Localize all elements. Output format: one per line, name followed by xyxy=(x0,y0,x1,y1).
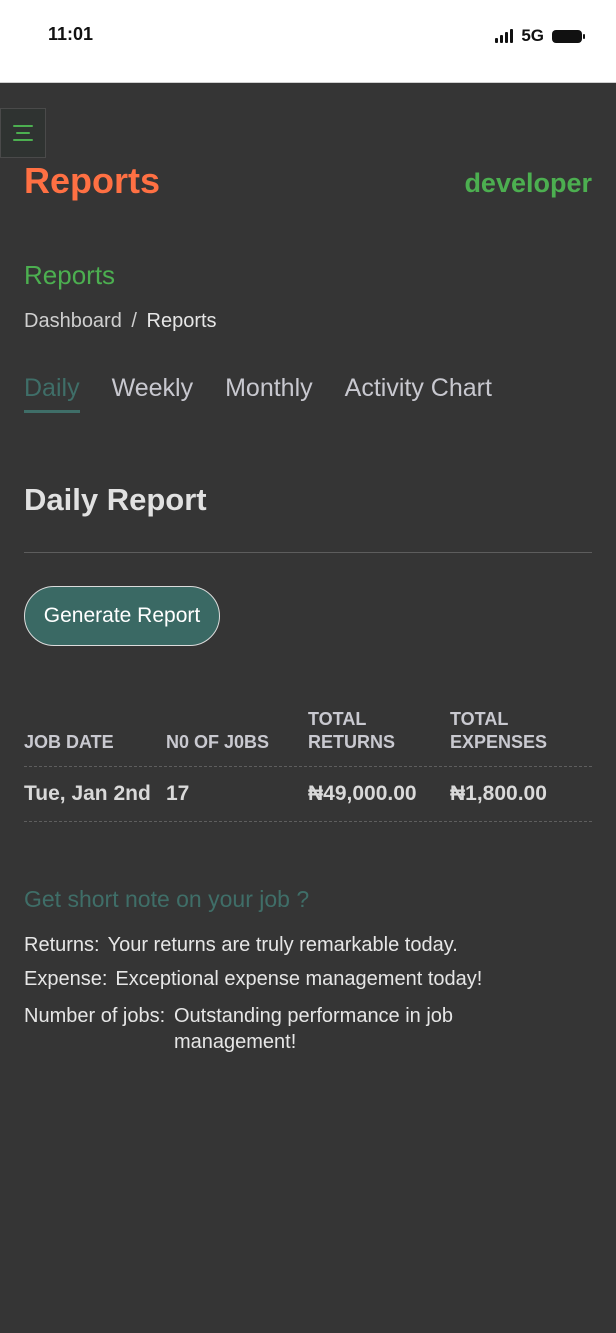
signal-bars-icon xyxy=(495,29,514,43)
notes-title[interactable]: Get short note on your job ? xyxy=(24,886,309,913)
battery-icon xyxy=(552,29,585,43)
status-indicators: 5G xyxy=(495,26,585,46)
tab-monthly[interactable]: Monthly xyxy=(225,374,313,413)
breadcrumb: Dashboard / Reports xyxy=(24,310,217,333)
page-title: Reports xyxy=(24,160,161,201)
cell-job-date: Tue, Jan 2nd xyxy=(24,782,151,805)
report-tabs: Daily Weekly Monthly Activity Chart xyxy=(24,374,492,413)
note-returns-label: Returns: xyxy=(24,934,100,956)
divider xyxy=(24,552,592,553)
header-job-date: JOB DATE xyxy=(24,732,114,752)
menu-button[interactable] xyxy=(0,108,46,158)
tab-activity-chart[interactable]: Activity Chart xyxy=(345,374,492,413)
tab-weekly[interactable]: Weekly xyxy=(112,374,194,413)
note-jobs-text: Outstanding performance in job managemen… xyxy=(174,1005,454,1053)
status-bar: 11:01 5G xyxy=(0,0,616,83)
status-time: 11:01 xyxy=(48,24,94,44)
note-jobs: Number of jobs: Outstanding performance … xyxy=(24,1003,592,1055)
generate-report-button[interactable]: Generate Report xyxy=(24,586,220,646)
header-total-returns: TOTAL RETURNS xyxy=(308,709,396,752)
breadcrumb-dashboard[interactable]: Dashboard xyxy=(24,310,122,332)
breadcrumb-separator: / xyxy=(131,310,137,332)
cell-no-of-jobs: 17 xyxy=(166,782,190,805)
breadcrumb-current: Reports xyxy=(146,310,217,332)
note-returns: Returns: Your returns are truly remarkab… xyxy=(24,934,458,957)
report-table: JOB DATE N0 OF J0BS TOTAL RETURNS TOTAL … xyxy=(24,706,592,822)
note-expense: Expense: Exceptional expense management … xyxy=(24,968,482,991)
header-no-of-jobs: N0 OF J0BS xyxy=(166,732,270,752)
note-expense-label: Expense: xyxy=(24,968,108,990)
tab-daily[interactable]: Daily xyxy=(24,374,80,413)
cell-total-expenses: ₦1,800.00 xyxy=(450,782,547,805)
note-expense-text: Exceptional expense management today! xyxy=(115,968,483,990)
user-name[interactable]: developer xyxy=(464,168,592,199)
section-title: Reports xyxy=(24,260,116,290)
table-header: JOB DATE N0 OF J0BS TOTAL RETURNS TOTAL … xyxy=(24,706,592,767)
table-row: Tue, Jan 2nd 17 ₦49,000.00 ₦1,800.00 xyxy=(24,767,592,822)
header-total-expenses: TOTAL EXPENSES xyxy=(450,709,548,752)
note-returns-text: Your returns are truly remarkable today. xyxy=(107,934,458,956)
network-type: 5G xyxy=(521,26,544,45)
cell-total-returns: ₦49,000.00 xyxy=(308,782,417,805)
note-jobs-label: Number of jobs: xyxy=(24,1005,166,1027)
report-heading: Daily Report xyxy=(24,482,207,517)
hamburger-menu-icon xyxy=(13,125,33,141)
